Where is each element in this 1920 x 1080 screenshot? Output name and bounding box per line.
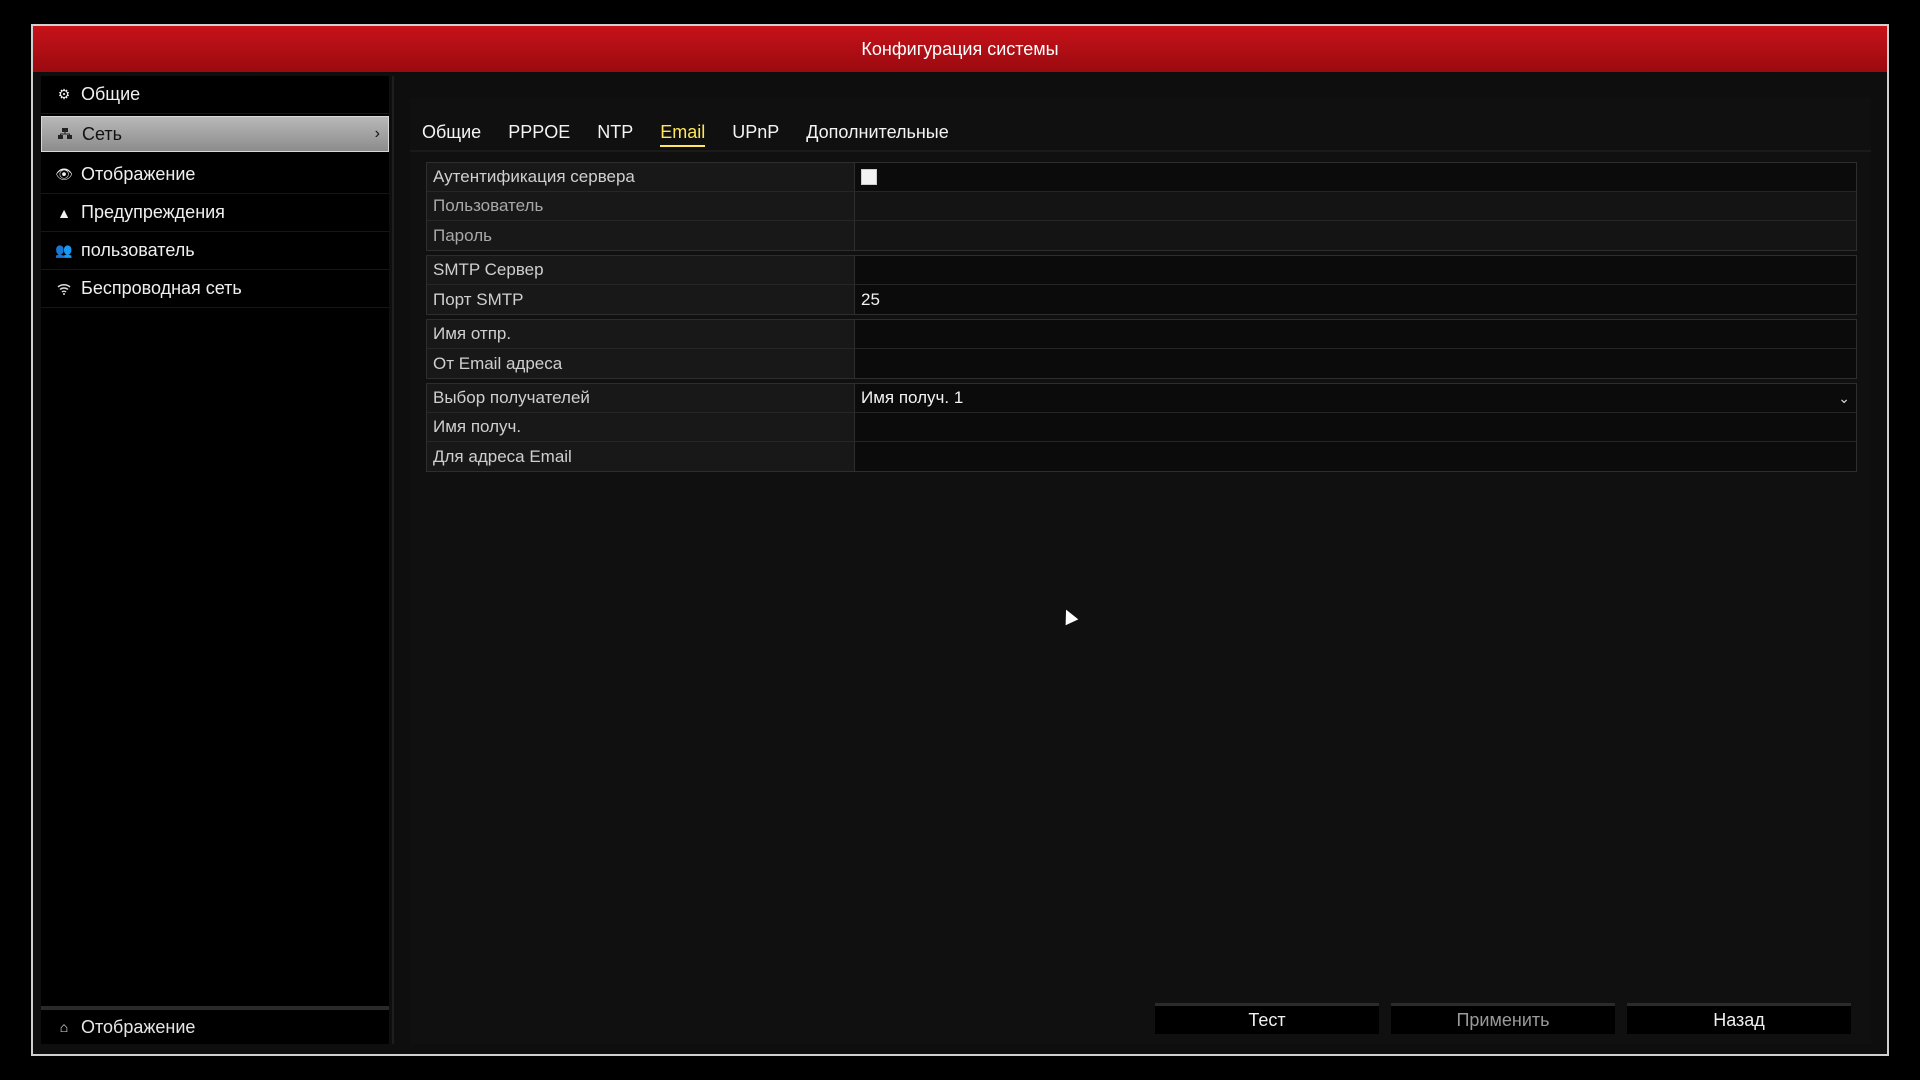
smtp-port-field[interactable]: 25	[855, 285, 1856, 314]
sender-name-label: Имя отпр.	[427, 320, 855, 348]
sidebar-item-label: пользователь	[81, 240, 195, 260]
to-email-label: Для адреса Email	[427, 442, 855, 471]
sidebar-item-label: Общие	[81, 84, 141, 104]
smtp-server-label: SMTP Сервер	[427, 256, 855, 284]
sidebar-divider	[392, 76, 394, 1044]
smtp-port-label: Порт SMTP	[427, 285, 855, 314]
sidebar-item-wireless[interactable]: Беспроводная сеть	[41, 270, 389, 308]
sidebar-item-user[interactable]: 👥 пользователь	[41, 232, 389, 270]
tab-advanced[interactable]: Дополнительные	[806, 122, 949, 147]
sender-name-field[interactable]	[855, 320, 1856, 348]
recipient-name-label: Имя получ.	[427, 413, 855, 441]
to-email-row: Для адреса Email	[427, 442, 1856, 471]
auth-cell	[855, 163, 1856, 191]
tab-ntp[interactable]: NTP	[597, 122, 633, 147]
user-row: Пользователь	[427, 192, 1856, 221]
gear-icon: ⚙	[57, 86, 71, 102]
recipient-group: Выбор получателей Имя получ. 1 ⌄ Имя пол…	[426, 383, 1857, 472]
smtp-server-field[interactable]	[855, 256, 1856, 284]
config-window: Конфигурация системы ⚙ Общие Сеть › 👁 От…	[31, 24, 1889, 1056]
recipient-select[interactable]: Имя получ. 1 ⌄	[855, 384, 1856, 412]
sender-name-row: Имя отпр.	[427, 320, 1856, 349]
from-email-row: От Email адреса	[427, 349, 1856, 378]
test-button[interactable]: Тест	[1155, 1003, 1379, 1034]
user-label: Пользователь	[427, 192, 855, 220]
recipient-name-row: Имя получ.	[427, 413, 1856, 442]
sidebar-item-label: Сеть	[82, 123, 123, 144]
recipient-select-label: Выбор получателей	[427, 384, 855, 412]
sender-group: Имя отпр. От Email адреса	[426, 319, 1857, 379]
smtp-port-row: Порт SMTP 25	[427, 285, 1856, 314]
password-label: Пароль	[427, 221, 855, 250]
from-email-label: От Email адреса	[427, 349, 855, 378]
warning-icon: ▲	[57, 204, 71, 221]
email-form: Аутентификация сервера Пользователь Паро…	[426, 162, 1857, 476]
tab-pppoe[interactable]: PPPOE	[508, 122, 570, 147]
recipient-select-row: Выбор получателей Имя получ. 1 ⌄	[427, 384, 1856, 413]
network-icon	[52, 128, 78, 140]
recipient-name-field[interactable]	[855, 413, 1856, 441]
password-field[interactable]	[855, 221, 1856, 250]
auth-group: Аутентификация сервера Пользователь Паро…	[426, 162, 1857, 251]
auth-checkbox[interactable]	[861, 169, 877, 185]
chevron-down-icon: ⌄	[1838, 389, 1850, 406]
window-title: Конфигурация системы	[33, 26, 1887, 72]
chevron-right-icon: ›	[374, 125, 380, 142]
sidebar-item-network[interactable]: Сеть ›	[41, 116, 389, 152]
users-icon: 👥	[55, 242, 73, 258]
content-panel: Общие PPPOE NTP Email UPnP Дополнительны…	[410, 98, 1871, 1044]
sidebar: ⚙ Общие Сеть › 👁 Отображение ▲ Предупреж…	[41, 76, 389, 1044]
sidebar-item-label: Отображение	[81, 164, 196, 184]
back-button[interactable]: Назад	[1627, 1003, 1851, 1034]
tab-upnp[interactable]: UPnP	[732, 122, 779, 147]
sidebar-item-label: Беспроводная сеть	[81, 278, 242, 298]
smtp-group: SMTP Сервер Порт SMTP 25	[426, 255, 1857, 315]
sidebar-item-label: Предупреждения	[81, 202, 225, 222]
smtp-server-row: SMTP Сервер	[427, 256, 1856, 285]
sidebar-item-alerts[interactable]: ▲ Предупреждения	[41, 194, 389, 232]
apply-button[interactable]: Применить	[1391, 1003, 1615, 1034]
tab-bar: Общие PPPOE NTP Email UPnP Дополнительны…	[422, 122, 976, 147]
to-email-field[interactable]	[855, 442, 1856, 471]
auth-label: Аутентификация сервера	[427, 163, 855, 191]
sidebar-bottom-display[interactable]: ⌂ Отображение	[41, 1006, 389, 1044]
sidebar-item-general[interactable]: ⚙ Общие	[41, 76, 389, 114]
tab-strip-line	[410, 150, 1871, 152]
sidebar-bottom-label: Отображение	[81, 1016, 196, 1037]
user-field[interactable]	[855, 192, 1856, 220]
eye-icon: 👁	[55, 166, 73, 182]
tab-email[interactable]: Email	[660, 122, 706, 147]
home-icon: ⌂	[59, 1019, 69, 1035]
auth-row: Аутентификация сервера	[427, 163, 1856, 192]
sidebar-item-display[interactable]: 👁 Отображение	[41, 156, 389, 194]
password-row: Пароль	[427, 221, 1856, 250]
from-email-field[interactable]	[855, 349, 1856, 378]
wifi-icon	[51, 283, 77, 295]
action-buttons: Тест Применить Назад	[1155, 1003, 1851, 1034]
tab-general[interactable]: Общие	[422, 122, 481, 147]
recipient-select-value: Имя получ. 1	[861, 388, 964, 407]
